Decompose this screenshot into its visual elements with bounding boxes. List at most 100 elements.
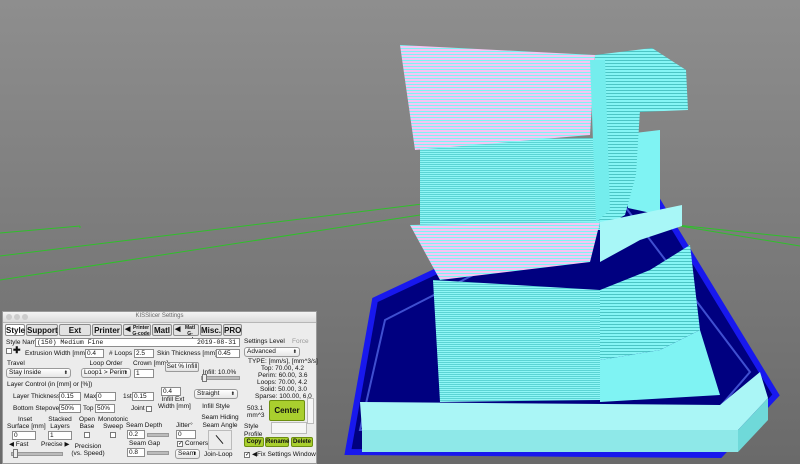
center-button[interactable]: Center	[269, 400, 305, 421]
open-base-checkbox[interactable]	[84, 432, 90, 438]
seam-gap-label: Seam Gap	[129, 440, 161, 447]
delete-button[interactable]: Delete	[291, 437, 313, 447]
jitter-input[interactable]: 0	[176, 430, 196, 439]
seam-hiding-label: Seam Hiding	[201, 414, 239, 421]
seam-angle-dial[interactable]	[208, 430, 232, 450]
add-style-icon[interactable]: ✚	[13, 346, 21, 355]
travel-select[interactable]: Stay Inside ⬍	[6, 368, 71, 378]
infill-ext-width-label: Width [mm]	[158, 403, 191, 410]
fix-settings-checkbox[interactable]: ✓	[244, 452, 250, 458]
joint-checkbox[interactable]	[146, 406, 152, 412]
inset-surface-label: Surface [mm]	[7, 423, 46, 430]
loops-label: # Loops	[109, 350, 133, 357]
tab-ext-map[interactable]: Ext Map	[59, 324, 91, 347]
fast-text: Fast	[15, 441, 29, 448]
window-title: KISSlicer Settings	[135, 313, 184, 319]
stacked-layers-input[interactable]: 1	[48, 431, 72, 440]
seam-depth-slider[interactable]	[147, 433, 169, 437]
copy-button[interactable]: Copy	[244, 437, 264, 447]
infill-slider-thumb[interactable]	[202, 374, 207, 382]
bottom-stepover-input[interactable]: 50%	[59, 404, 81, 413]
layer-control-label: Layer Control (in [mm] or [%])	[7, 381, 93, 388]
seam-depth-input[interactable]: 0.2	[127, 430, 145, 439]
travel-label: Travel	[7, 360, 25, 367]
style-toggle-checkbox[interactable]	[6, 348, 12, 354]
joint-label: Joint	[131, 405, 145, 412]
style-name-value: (150) Medium Fine	[37, 339, 104, 346]
infill-style-select[interactable]: Straight ⬍	[194, 389, 238, 399]
style-date: 2019-08-31	[196, 339, 236, 346]
select-arrows-icon: ⬍	[123, 370, 128, 376]
center-slider-track[interactable]	[307, 398, 314, 424]
tab-printer-gcode-label: Printer G-code	[132, 325, 150, 337]
stacked-layers-label: Layers	[50, 423, 70, 430]
tab-pro[interactable]: PRO	[223, 324, 242, 336]
seam-depth-label: Seam Depth	[126, 422, 163, 429]
layer-max-input[interactable]: 0	[96, 392, 116, 401]
settings-level-label: Settings Level	[244, 338, 285, 345]
monotonic-sweep-checkbox[interactable]	[110, 432, 116, 438]
corners-label: Corners	[185, 440, 209, 447]
layer-max-label: Max	[84, 393, 97, 400]
precision-slider-thumb[interactable]	[13, 449, 18, 458]
loop-order-select[interactable]: Loop1 > Perim ⬍	[81, 368, 131, 378]
precise-text: Precise	[41, 441, 63, 448]
layer-thickness-input[interactable]: 0.15	[59, 392, 81, 401]
travel-value: Stay Inside	[9, 369, 42, 376]
set-infill-button[interactable]: Set % Infill	[165, 362, 199, 372]
select-arrows-icon: ⬍	[230, 391, 235, 397]
settings-window[interactable]: KISSlicer Settings Style Support Ext Map…	[2, 311, 318, 464]
inset-surface-input[interactable]: 0	[12, 431, 36, 440]
jitter-label: Jitter°	[176, 422, 193, 429]
precision-vs-speed-label: (vs. Speed)	[71, 450, 105, 457]
top-stepover-label: Top	[83, 405, 94, 412]
speaker-icon: ◀	[9, 441, 14, 448]
corners-checkbox[interactable]: ✓	[177, 441, 183, 447]
extrusion-width-input[interactable]: 0.4	[85, 349, 104, 358]
fix-settings-label: ◀Fix Settings Window	[252, 451, 316, 459]
bottom-stepover-label: Bottom Stepover	[13, 405, 62, 412]
top-stepover-input[interactable]: 50%	[95, 404, 115, 413]
seam-select[interactable]: Seam ⬍	[175, 449, 200, 459]
tab-support[interactable]: Support	[26, 324, 58, 336]
select-arrows-icon: ⬍	[63, 370, 68, 376]
settings-level-select[interactable]: Advanced ⬍	[244, 347, 300, 357]
window-titlebar[interactable]: KISSlicer Settings	[3, 312, 316, 323]
open-base-label: Base	[79, 423, 95, 430]
3d-model	[400, 45, 720, 402]
crown-label: Crown [mm]	[133, 360, 169, 367]
seam-gap-input[interactable]: 0.8	[127, 448, 145, 457]
tab-matl-gcode[interactable]: ◀ Matl G-code	[173, 324, 199, 343]
style-profile-preview	[271, 422, 307, 434]
select-arrows-icon: ⬍	[292, 349, 297, 355]
precision-slider[interactable]	[11, 452, 63, 456]
seam-gap-slider[interactable]	[147, 451, 169, 455]
extrusion-width-label: Extrusion Width [mm]	[25, 350, 87, 357]
volume-unit: mm^3	[247, 412, 265, 419]
infill-ext-width-input[interactable]: 0.4	[161, 387, 181, 396]
tab-printer[interactable]: Printer	[92, 324, 122, 336]
style-name-field[interactable]: (150) Medium Fine 2019-08-31	[35, 338, 240, 347]
seam-angle-needle	[215, 434, 224, 445]
loop-order-value: Loop1 > Perim	[84, 369, 127, 376]
crown-input[interactable]: 1	[134, 369, 154, 378]
first-layer-label: 1st	[123, 393, 132, 400]
tab-style[interactable]: Style	[5, 324, 25, 336]
tab-matl[interactable]: Matl	[152, 324, 172, 336]
skin-thickness-label: Skin Thickness [mm]	[157, 350, 217, 357]
skin-thickness-input[interactable]: 0.45	[216, 349, 240, 358]
seam-angle-label: Seam Angle	[202, 422, 238, 429]
tab-printer-gcode[interactable]: ◀ Printer G-code	[123, 324, 151, 337]
fast-label: ◀ Fast	[9, 441, 28, 449]
loops-input[interactable]: 2.5	[134, 349, 154, 358]
join-loop-label: Join-Loop	[204, 451, 233, 458]
first-layer-input[interactable]: 0.15	[132, 392, 154, 401]
tab-misc[interactable]: Misc.	[200, 324, 222, 336]
monotonic-sweep-label: Sweep	[103, 423, 123, 430]
force-label: Force	[292, 338, 309, 345]
fix-settings-text: Fix Settings Window	[257, 451, 316, 458]
speaker-icon: ◀	[125, 326, 131, 333]
loop-order-label: Loop Order	[89, 360, 123, 367]
settings-level-value: Advanced	[247, 348, 276, 355]
rename-button[interactable]: Rename	[265, 437, 289, 447]
